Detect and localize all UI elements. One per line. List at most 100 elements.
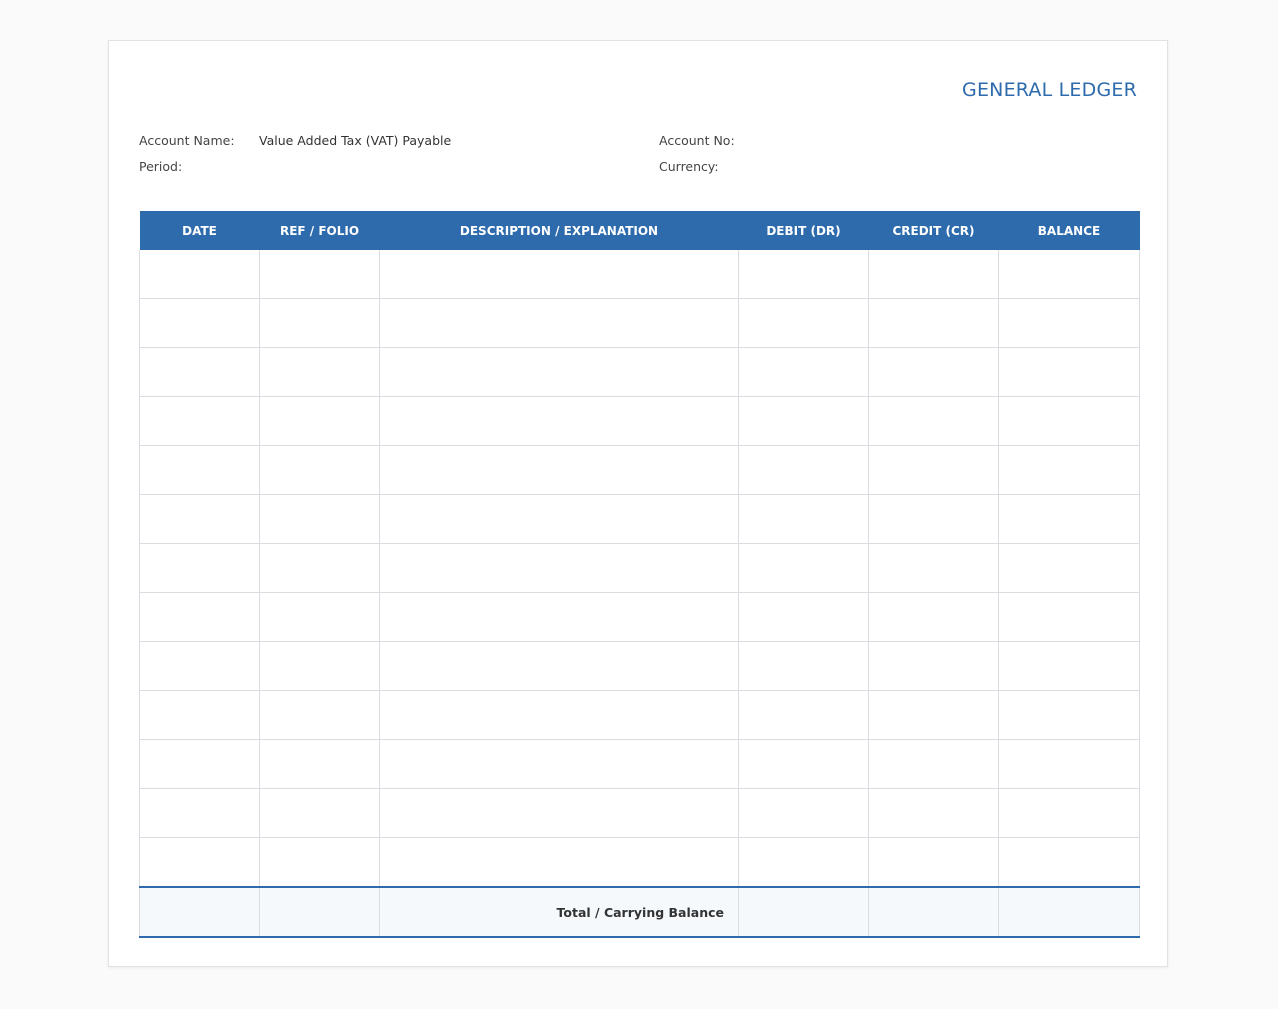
column-header-date: DATE [139,211,260,250]
credit-cell[interactable] [868,250,999,299]
description-cell[interactable] [379,837,739,888]
ref-folio-cell[interactable] [259,543,380,593]
credit-cell[interactable] [868,347,999,397]
credit-cell[interactable] [868,690,999,740]
credit-cell[interactable] [868,641,999,691]
currency-label: Currency: [659,159,719,174]
credit-cell[interactable] [868,788,999,838]
debit-cell[interactable] [738,739,869,789]
date-cell[interactable] [139,592,260,642]
ledger-sheet: GENERAL LEDGER Account Name: Value Added… [108,40,1168,967]
description-cell[interactable] [379,298,739,348]
balance-cell[interactable] [998,494,1140,544]
description-cell[interactable] [379,788,739,838]
credit-cell[interactable] [868,543,999,593]
description-cell[interactable] [379,494,739,544]
date-cell[interactable] [139,250,260,299]
column-header-description: DESCRIPTION / EXPLANATION [379,211,739,250]
ref-folio-cell[interactable] [259,250,380,299]
credit-cell[interactable] [868,298,999,348]
total-row: Total / Carrying Balance [139,886,1140,938]
ref-folio-cell[interactable] [259,494,380,544]
debit-cell[interactable] [738,592,869,642]
account-name-label: Account Name: [139,133,235,148]
balance-cell[interactable] [998,788,1140,838]
balance-cell[interactable] [998,250,1140,299]
ref-folio-cell[interactable] [259,641,380,691]
date-cell[interactable] [139,739,260,789]
ref-folio-cell[interactable] [259,788,380,838]
balance-cell[interactable] [998,837,1140,888]
ref-folio-cell[interactable] [259,396,380,446]
debit-cell[interactable] [738,494,869,544]
debit-cell[interactable] [738,250,869,299]
date-cell[interactable] [139,690,260,740]
total-label: Total / Carrying Balance [379,886,739,938]
ref-folio-cell[interactable] [259,739,380,789]
ref-folio-cell[interactable] [259,690,380,740]
table-row [139,396,1140,446]
debit-cell[interactable] [738,543,869,593]
balance-cell[interactable] [998,641,1140,691]
balance-cell[interactable] [998,347,1140,397]
description-cell[interactable] [379,543,739,593]
ref-folio-cell[interactable] [259,298,380,348]
table-row [139,592,1140,642]
debit-cell[interactable] [738,837,869,888]
credit-cell[interactable] [868,494,999,544]
debit-cell[interactable] [738,690,869,740]
date-cell[interactable] [139,788,260,838]
date-cell[interactable] [139,298,260,348]
description-cell[interactable] [379,445,739,495]
date-cell[interactable] [139,445,260,495]
credit-cell[interactable] [868,837,999,888]
credit-cell[interactable] [868,592,999,642]
debit-cell[interactable] [738,788,869,838]
balance-cell[interactable] [998,690,1140,740]
date-cell[interactable] [139,494,260,544]
table-row [139,543,1140,593]
ref-folio-cell[interactable] [259,445,380,495]
description-cell[interactable] [379,250,739,299]
date-cell[interactable] [139,396,260,446]
total-debit-cell[interactable] [738,886,869,938]
balance-cell[interactable] [998,298,1140,348]
date-cell[interactable] [139,837,260,888]
description-cell[interactable] [379,592,739,642]
description-cell[interactable] [379,690,739,740]
description-cell[interactable] [379,396,739,446]
table-header-row: DATE REF / FOLIO DESCRIPTION / EXPLANATI… [139,211,1140,250]
ref-folio-cell[interactable] [259,347,380,397]
balance-cell[interactable] [998,445,1140,495]
date-cell[interactable] [139,543,260,593]
date-cell[interactable] [139,641,260,691]
credit-cell[interactable] [868,739,999,789]
credit-cell[interactable] [868,445,999,495]
credit-cell[interactable] [868,396,999,446]
debit-cell[interactable] [738,396,869,446]
column-header-balance: BALANCE [998,211,1140,250]
table-row [139,739,1140,789]
debit-cell[interactable] [738,298,869,348]
description-cell[interactable] [379,739,739,789]
table-row [139,690,1140,740]
period-label: Period: [139,159,183,174]
debit-cell[interactable] [738,641,869,691]
date-cell[interactable] [139,347,260,397]
debit-cell[interactable] [738,445,869,495]
balance-cell[interactable] [998,592,1140,642]
debit-cell[interactable] [738,347,869,397]
balance-cell[interactable] [998,739,1140,789]
total-credit-cell[interactable] [868,886,999,938]
column-header-credit: CREDIT (CR) [868,211,999,250]
total-ref-cell [259,886,380,938]
ledger-body [139,250,1140,888]
description-cell[interactable] [379,347,739,397]
column-header-debit: DEBIT (DR) [738,211,869,250]
ref-folio-cell[interactable] [259,837,380,888]
ref-folio-cell[interactable] [259,592,380,642]
balance-cell[interactable] [998,543,1140,593]
total-balance-cell[interactable] [998,886,1140,938]
description-cell[interactable] [379,641,739,691]
balance-cell[interactable] [998,396,1140,446]
